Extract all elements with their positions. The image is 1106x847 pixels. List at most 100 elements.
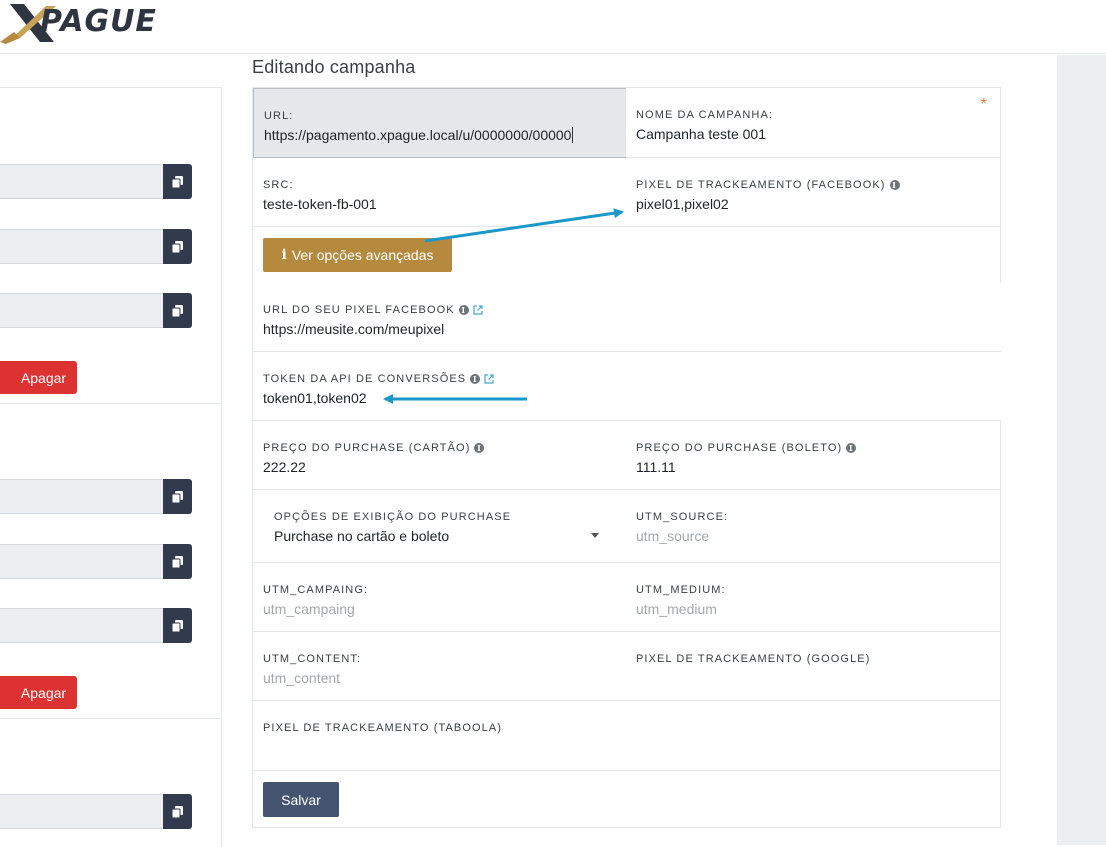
pixel-facebook-label-text: PIXEL DE TRACKEAMENTO (FACEBOOK) <box>636 179 886 191</box>
save-button[interactable]: Salvar <box>263 782 339 817</box>
utm-campaing-field[interactable]: UTM_CAMPAING: utm_campaing <box>253 563 627 632</box>
purchase-price-boleto-label: PREÇO DO PURCHASE (BOLETO) i <box>636 442 857 454</box>
divider <box>0 718 220 719</box>
copy-icon <box>172 555 183 568</box>
conversion-token-value: token01,token02 <box>263 390 367 406</box>
purchase-price-boleto-value: 111.11 <box>636 459 676 475</box>
external-link-icon[interactable] <box>473 305 483 315</box>
utm-content-input: utm_content <box>263 670 341 686</box>
src-label: SRC: <box>263 179 294 191</box>
caret-down-icon <box>591 533 599 538</box>
page-title: Editando campanha <box>252 57 416 77</box>
delete-button[interactable]: Apagar <box>0 361 77 394</box>
utm-campaing-label: UTM_CAMPAING: <box>263 584 369 596</box>
link-field[interactable] <box>0 229 164 264</box>
link-field[interactable] <box>0 794 164 829</box>
utm-source-field[interactable]: UTM_SOURCE: utm_source <box>626 490 1001 563</box>
pixel-url-label-text: URL DO SEU PIXEL FACEBOOK <box>263 304 455 316</box>
external-link-icon[interactable] <box>484 374 494 384</box>
pixel-google-field[interactable]: PIXEL DE TRACKEAMENTO (GOOGLE) <box>626 632 1001 701</box>
src-field[interactable]: SRC: teste-token-fb-001 <box>253 158 627 227</box>
url-label: URL: <box>264 110 294 122</box>
campaign-edit-form: URL: https://pagamento.xpague.local/u/00… <box>252 87 1001 828</box>
copy-button[interactable] <box>163 164 192 199</box>
link-field[interactable] <box>0 164 164 199</box>
url-field[interactable]: URL: https://pagamento.xpague.local/u/00… <box>253 88 627 158</box>
info-icon[interactable]: i <box>846 443 857 453</box>
pixel-facebook-label: PIXEL DE TRACKEAMENTO (FACEBOOK) i <box>636 179 900 191</box>
copy-icon <box>172 805 183 818</box>
pixel-taboola-label: PIXEL DE TRACKEAMENTO (TABOOLA) <box>263 722 503 734</box>
purchase-display-label: OPÇÕES DE EXIBIÇÃO DO PURCHASE <box>274 511 512 523</box>
info-icon[interactable]: i <box>458 305 469 315</box>
utm-medium-field[interactable]: UTM_MEDIUM: utm_medium <box>626 563 1001 632</box>
link-copy-row <box>0 794 193 829</box>
purchase-price-card-label-text: PREÇO DO PURCHASE (CARTÃO) <box>263 442 471 454</box>
link-field[interactable] <box>0 544 164 579</box>
copy-button[interactable] <box>163 544 192 579</box>
copy-button[interactable] <box>163 479 192 514</box>
utm-campaing-input: utm_campaing <box>263 601 355 617</box>
link-copy-row <box>0 479 193 514</box>
conversion-token-field[interactable]: TOKEN DA API DE CONVERSÕES i token01,toke… <box>253 352 1001 421</box>
info-icon[interactable]: i <box>889 180 900 190</box>
purchase-display-value: Purchase no cartão e boleto <box>274 528 450 544</box>
xpague-logo[interactable]: PAGUE <box>0 2 230 44</box>
utm-content-label: UTM_CONTENT: <box>263 653 362 665</box>
link-copy-row <box>0 293 193 328</box>
purchase-display-cell: OPÇÕES DE EXIBIÇÃO DO PURCHASE Purchase … <box>253 490 627 563</box>
empty-cell <box>626 701 1001 771</box>
logo-text: PAGUE <box>40 4 157 39</box>
copy-button[interactable] <box>163 293 192 328</box>
url-value: https://pagamento.xpague.local/u/0000000… <box>264 127 572 143</box>
campaign-name-value: Campanha teste 001 <box>636 126 766 142</box>
campaign-list-panel: Apagar Apagar <box>0 87 222 847</box>
pixel-facebook-field[interactable]: PIXEL DE TRACKEAMENTO (FACEBOOK) i pixel0… <box>626 158 1001 227</box>
copy-icon <box>172 619 183 632</box>
pixel-google-label: PIXEL DE TRACKEAMENTO (GOOGLE) <box>636 653 871 665</box>
link-copy-row <box>0 229 193 264</box>
advanced-options-label: Ver opções avançadas <box>291 247 434 263</box>
advanced-options-button[interactable]: i Ver opções avançadas <box>263 238 452 272</box>
copy-icon <box>172 175 183 188</box>
pixel-url-value: https://meusite.com/meupixel <box>263 321 445 337</box>
divider <box>0 403 220 404</box>
utm-source-label: UTM_SOURCE: <box>636 511 729 523</box>
copy-button[interactable] <box>163 608 192 643</box>
link-copy-row <box>0 608 193 643</box>
pixel-url-field[interactable]: URL DO SEU PIXEL FACEBOOK i https://meusi… <box>253 283 1001 352</box>
info-icon[interactable]: i <box>474 443 485 453</box>
purchase-display-select[interactable]: OPÇÕES DE EXIBIÇÃO DO PURCHASE Purchase … <box>274 511 604 544</box>
campaign-name-field[interactable]: NOME DA CAMPANHA: Campanha teste 001 * <box>626 88 1001 158</box>
pixel-taboola-field[interactable]: PIXEL DE TRACKEAMENTO (TABOOLA) <box>253 701 627 771</box>
link-field[interactable] <box>0 608 164 643</box>
conversion-token-label: TOKEN DA API DE CONVERSÕES i <box>263 373 494 385</box>
right-gutter <box>1057 55 1106 845</box>
purchase-price-card-label: PREÇO DO PURCHASE (CARTÃO) i <box>263 442 485 454</box>
utm-content-field[interactable]: UTM_CONTENT: utm_content <box>253 632 627 701</box>
link-copy-row <box>0 544 193 579</box>
copy-button[interactable] <box>163 229 192 264</box>
copy-button[interactable] <box>163 794 192 829</box>
campaign-name-label: NOME DA CAMPANHA: <box>636 109 774 121</box>
purchase-price-card-value: 222.22 <box>263 459 306 475</box>
utm-medium-input: utm_medium <box>636 601 717 617</box>
purchase-price-boleto-field[interactable]: PREÇO DO PURCHASE (BOLETO) i 111.11 <box>626 421 1001 490</box>
top-header: PAGUE <box>0 0 1106 54</box>
copy-icon <box>172 304 183 317</box>
src-value: teste-token-fb-001 <box>263 196 377 212</box>
conversion-token-label-text: TOKEN DA API DE CONVERSÕES <box>263 373 467 385</box>
utm-source-input: utm_source <box>636 528 710 544</box>
copy-icon <box>172 490 183 503</box>
info-icon[interactable]: i <box>470 374 481 384</box>
copy-icon <box>172 240 183 253</box>
pixel-facebook-value: pixel01,pixel02 <box>636 196 729 212</box>
purchase-price-boleto-label-text: PREÇO DO PURCHASE (BOLETO) <box>636 442 843 454</box>
info-icon: i <box>281 247 287 263</box>
delete-button[interactable]: Apagar <box>0 676 77 709</box>
link-field[interactable] <box>0 293 164 328</box>
purchase-price-card-field[interactable]: PREÇO DO PURCHASE (CARTÃO) i 222.22 <box>253 421 627 490</box>
link-copy-row <box>0 164 193 199</box>
link-field[interactable] <box>0 479 164 514</box>
purchase-display-dropdown[interactable]: Purchase no cartão e boleto <box>274 528 604 544</box>
